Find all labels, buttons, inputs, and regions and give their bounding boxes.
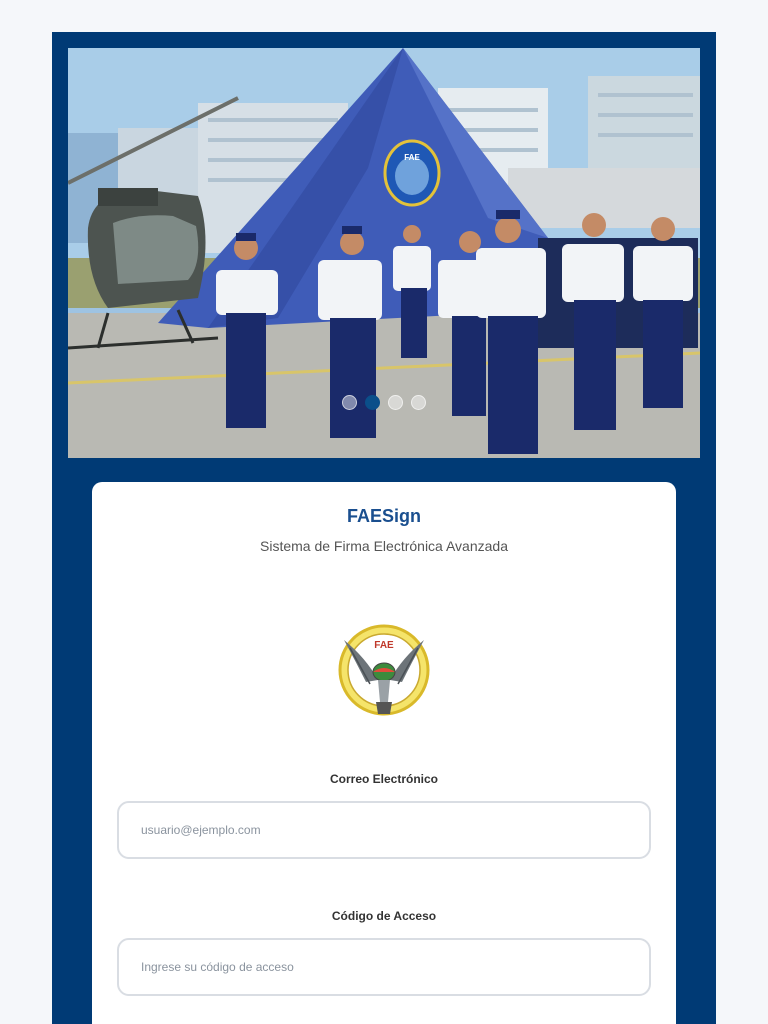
carousel-dot[interactable] xyxy=(388,395,403,410)
tent-emblem-icon: FAE xyxy=(383,139,441,207)
login-card: FAESign Sistema de Firma Electrónica Ava… xyxy=(92,482,676,1024)
page-frame: FAE FAESign Sistema de Firma Electrónica… xyxy=(52,32,716,1024)
access-code-field[interactable] xyxy=(117,938,651,996)
email-label: Correo Electrónico xyxy=(329,772,439,786)
access-code-label: Código de Acceso xyxy=(331,909,437,923)
image-carousel[interactable]: FAE xyxy=(68,48,700,458)
app-title: FAESign xyxy=(346,506,421,526)
carousel-dot-active[interactable] xyxy=(365,395,380,410)
svg-text:FAE: FAE xyxy=(404,153,420,162)
carousel-dot[interactable] xyxy=(411,395,426,410)
fae-emblem-icon: FAE xyxy=(338,624,430,716)
carousel-dot[interactable] xyxy=(342,395,357,410)
svg-text:FAE: FAE xyxy=(374,640,394,651)
carousel-indicators xyxy=(68,395,700,410)
app-subtitle: Sistema de Firma Electrónica Avanzada xyxy=(260,538,508,554)
email-field[interactable] xyxy=(117,801,651,859)
